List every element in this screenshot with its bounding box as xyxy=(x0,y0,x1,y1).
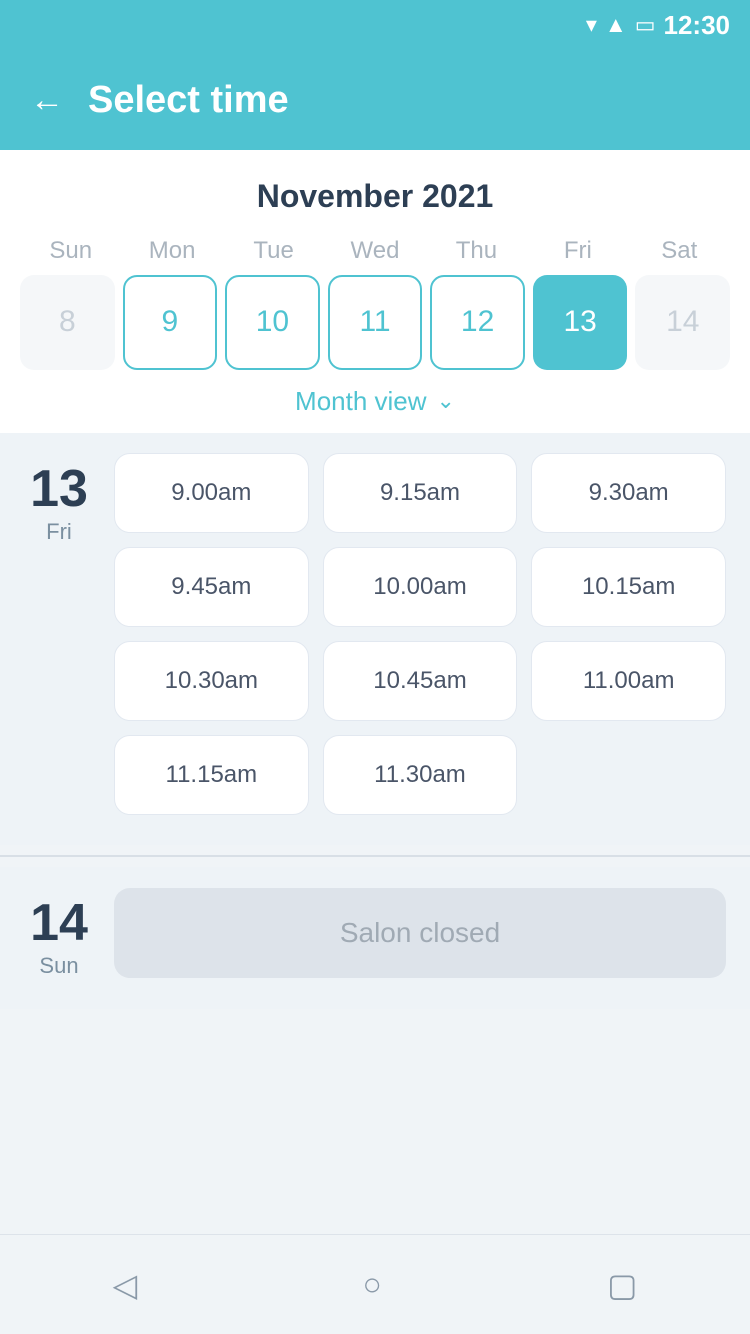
nav-home-icon[interactable]: ○ xyxy=(363,1266,382,1303)
weekday-thu: Thu xyxy=(426,237,527,265)
day-8[interactable]: 8 xyxy=(20,275,115,370)
section-divider xyxy=(0,855,750,857)
day-13[interactable]: 13 xyxy=(533,275,628,370)
weekdays-row: Sun Mon Tue Wed Thu Fri Sat xyxy=(20,237,730,265)
wifi-icon: ▾ xyxy=(586,12,597,38)
day-14-name: Sun xyxy=(39,953,78,979)
nav-back-icon[interactable]: ◁ xyxy=(113,1266,138,1304)
day-9[interactable]: 9 xyxy=(123,275,218,370)
day-13-section: 13 Fri 9.00am 9.15am 9.30am 9.45am 10.00… xyxy=(0,433,750,845)
month-year-label: November 2021 xyxy=(20,178,730,215)
weekday-mon: Mon xyxy=(121,237,222,265)
day-14-number: 14 xyxy=(30,897,88,949)
nav-bar: ◁ ○ ▢ xyxy=(0,1234,750,1334)
month-view-toggle[interactable]: Month view ⌄ xyxy=(20,386,730,417)
slot-1030am[interactable]: 10.30am xyxy=(114,641,309,721)
weekday-wed: Wed xyxy=(324,237,425,265)
slot-915am[interactable]: 9.15am xyxy=(323,453,518,533)
signal-icon: ▲ xyxy=(605,12,627,38)
days-row: 8 9 10 11 12 13 14 xyxy=(20,275,730,370)
slot-1045am[interactable]: 10.45am xyxy=(323,641,518,721)
status-time: 12:30 xyxy=(664,10,731,41)
day-13-slots-grid: 9.00am 9.15am 9.30am 9.45am 10.00am 10.1… xyxy=(114,453,726,815)
weekday-sat: Sat xyxy=(629,237,730,265)
day-13-number: 13 xyxy=(30,463,88,515)
battery-icon: ▭ xyxy=(635,12,656,38)
day-14-label: 14 Sun xyxy=(24,887,94,979)
page-title: Select time xyxy=(88,79,289,122)
day-13-name: Fri xyxy=(46,519,72,545)
back-button[interactable]: ← xyxy=(30,83,64,117)
status-bar: ▾ ▲ ▭ 12:30 xyxy=(0,0,750,50)
slot-1015am[interactable]: 10.15am xyxy=(531,547,726,627)
day-10[interactable]: 10 xyxy=(225,275,320,370)
weekday-tue: Tue xyxy=(223,237,324,265)
slot-1000am[interactable]: 10.00am xyxy=(323,547,518,627)
status-icons: ▾ ▲ ▭ xyxy=(586,12,656,38)
slot-945am[interactable]: 9.45am xyxy=(114,547,309,627)
day-11[interactable]: 11 xyxy=(328,275,423,370)
chevron-down-icon: ⌄ xyxy=(437,388,455,414)
slot-930am[interactable]: 9.30am xyxy=(531,453,726,533)
slot-1130am[interactable]: 11.30am xyxy=(323,735,518,815)
weekday-fri: Fri xyxy=(527,237,628,265)
day-12[interactable]: 12 xyxy=(430,275,525,370)
calendar-section: November 2021 Sun Mon Tue Wed Thu Fri Sa… xyxy=(0,150,750,433)
slot-1100am[interactable]: 11.00am xyxy=(531,641,726,721)
weekday-sun: Sun xyxy=(20,237,121,265)
day-13-label: 13 Fri xyxy=(24,453,94,545)
slot-1115am[interactable]: 11.15am xyxy=(114,735,309,815)
app-header: ← Select time xyxy=(0,50,750,150)
day-13-block: 13 Fri 9.00am 9.15am 9.30am 9.45am 10.00… xyxy=(24,453,726,815)
salon-closed-label: Salon closed xyxy=(114,888,726,978)
day-14[interactable]: 14 xyxy=(635,275,730,370)
nav-recent-icon[interactable]: ▢ xyxy=(607,1266,637,1304)
month-view-label: Month view xyxy=(295,386,427,417)
slot-900am[interactable]: 9.00am xyxy=(114,453,309,533)
day-14-section: 14 Sun Salon closed xyxy=(0,867,750,1009)
